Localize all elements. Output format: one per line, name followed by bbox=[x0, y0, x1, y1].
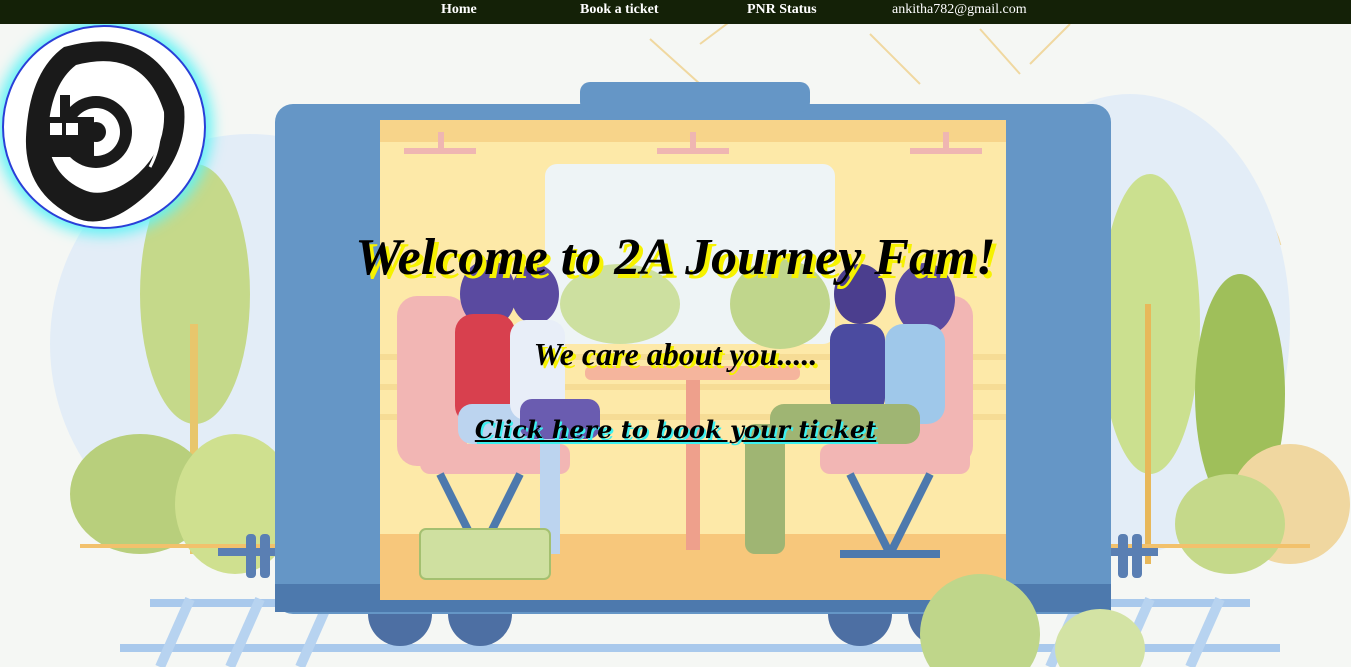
nav-user-email[interactable]: ankitha782@gmail.com bbox=[892, 2, 1027, 18]
top-nav: Home Book a ticket PNR Status ankitha782… bbox=[0, 0, 1351, 24]
journey-emblem-icon bbox=[25, 41, 185, 222]
site-logo[interactable] bbox=[2, 25, 206, 229]
nav-home-link[interactable]: Home bbox=[441, 2, 477, 18]
book-ticket-cta-link[interactable]: Click here to book your ticket bbox=[0, 415, 1351, 444]
nav-pnr-status-link[interactable]: PNR Status bbox=[747, 2, 817, 18]
nav-book-ticket-link[interactable]: Book a ticket bbox=[580, 2, 659, 18]
